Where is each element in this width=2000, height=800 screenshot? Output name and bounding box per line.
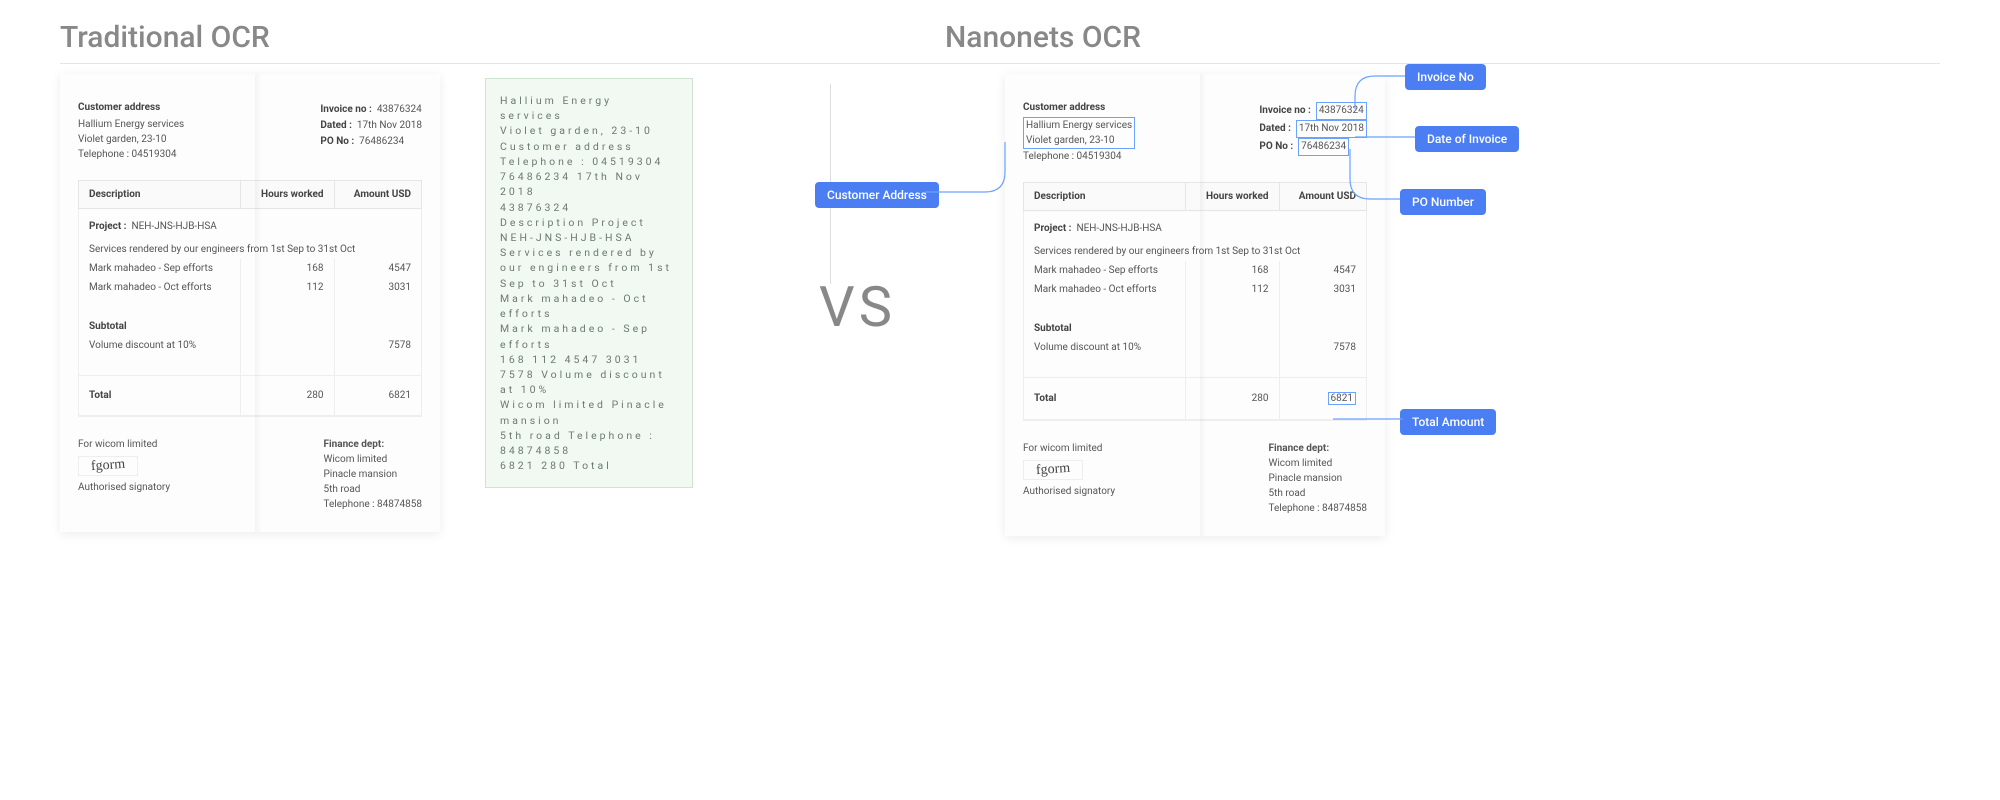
auth-signatory: Authorised signatory (1023, 484, 1115, 499)
finance-line: Wicom limited (323, 452, 422, 467)
highlight-total-amount: 6821 (1328, 392, 1356, 405)
total-label: Total (79, 375, 241, 415)
nanonets-column: Customer address Hallium Energy services… (945, 74, 1645, 536)
finance-title: Finance dept: (323, 439, 384, 450)
discount-value: 7578 (334, 336, 421, 355)
finance-title: Finance dept: (1268, 443, 1329, 454)
customer-address-title: Customer address (78, 102, 184, 113)
tag-total-amount: Total Amount (1400, 409, 1496, 435)
finance-line: Pinacle mansion (323, 467, 422, 482)
highlight-dated: 17th Nov 2018 (1296, 120, 1367, 138)
row-amount: 3031 (334, 278, 421, 297)
addr-line: Telephone : 04519304 (78, 147, 184, 162)
th-amount: Amount USD (1279, 183, 1366, 211)
finance-line: Wicom limited (1268, 456, 1367, 471)
total-label: Total (1024, 377, 1186, 419)
vs-label: VS (770, 274, 945, 340)
line-items-table: Description Hours worked Amount USD Proj… (1023, 182, 1367, 420)
finance-line: Telephone : 84874858 (1268, 501, 1367, 516)
tag-po-number: PO Number (1400, 189, 1486, 215)
paper-fold (1200, 74, 1206, 536)
po-no-label: PO No : (320, 136, 354, 147)
signature-box: fgorm (78, 456, 138, 476)
addr-line: Hallium Energy services (78, 117, 184, 132)
finance-line: Telephone : 84874858 (323, 497, 422, 512)
highlight-po-no: 76486234 (1298, 138, 1349, 156)
invoice-no-label: Invoice no : (320, 104, 371, 115)
project-value: NEH-JNS-HJB-HSA (131, 221, 216, 232)
dated-value: 17th Nov 2018 (357, 120, 422, 131)
th-description: Description (1024, 183, 1186, 211)
line-items-table: Description Hours worked Amount USD Proj… (78, 180, 422, 416)
row-desc: Mark mahadeo - Sep efforts (1024, 261, 1186, 280)
tag-customer-address: Customer Address (815, 182, 939, 208)
total-amount: 6821 (334, 375, 421, 415)
paper-fold (255, 74, 261, 532)
row-amount: 3031 (1279, 280, 1366, 299)
raw-ocr-output: Hallium Energy services Violet garden, 2… (485, 78, 693, 488)
discount-value: 7578 (1279, 338, 1366, 357)
tag-date: Date of Invoice (1415, 126, 1519, 152)
comparison-headings: Traditional OCR Nanonets OCR (60, 20, 1940, 64)
signature-box: fgorm (1023, 460, 1083, 480)
heading-nanonets: Nanonets OCR (945, 20, 1940, 55)
for-line: For wicom limited (1023, 441, 1115, 456)
tag-invoice-no: Invoice No (1405, 64, 1486, 90)
invoice-no-label: Invoice no : (1259, 105, 1310, 116)
row-desc: Mark mahadeo - Oct efforts (79, 278, 241, 297)
project-value: NEH-JNS-HJB-HSA (1076, 223, 1161, 234)
addr-line: Telephone : 04519304 (1023, 149, 1135, 164)
row-desc: Mark mahadeo - Oct efforts (1024, 280, 1186, 299)
signature-icon: fgorm (90, 456, 125, 474)
addr-line: Hallium Energy services (1026, 118, 1132, 133)
finance-line: 5th road (323, 482, 422, 497)
highlight-customer-address: Hallium Energy services Violet garden, 2… (1023, 117, 1135, 149)
finance-line: Pinacle mansion (1268, 471, 1367, 486)
project-label: Project : (89, 221, 127, 232)
project-label: Project : (1034, 223, 1072, 234)
dated-label: Dated : (1259, 123, 1291, 134)
po-no-label: PO No : (1259, 141, 1293, 152)
addr-line: Violet garden, 23-10 (78, 132, 184, 147)
project-desc: Services rendered by our engineers from … (79, 240, 422, 259)
th-description: Description (79, 181, 241, 209)
customer-address-title: Customer address (1023, 102, 1135, 113)
subtotal-label: Subtotal (1024, 319, 1186, 338)
auth-signatory: Authorised signatory (78, 480, 170, 495)
row-desc: Mark mahadeo - Sep efforts (79, 259, 241, 278)
connector-line (1340, 149, 1640, 299)
highlight-invoice-no: 43876324 (1316, 102, 1367, 120)
invoice-card-left: Customer address Hallium Energy services… (60, 74, 440, 532)
heading-traditional: Traditional OCR (60, 20, 945, 55)
addr-line: Violet garden, 23-10 (1026, 133, 1132, 148)
discount-label: Volume discount at 10% (1024, 338, 1186, 357)
row-amount: 4547 (334, 259, 421, 278)
po-no-value: 76486234 (359, 136, 404, 147)
th-amount: Amount USD (334, 181, 421, 209)
discount-label: Volume discount at 10% (79, 336, 241, 355)
signature-icon: fgorm (1035, 460, 1070, 478)
invoice-no-value: 43876324 (377, 104, 422, 115)
invoice-card-right: Customer address Hallium Energy services… (1005, 74, 1385, 536)
subtotal-label: Subtotal (79, 317, 241, 336)
dated-label: Dated : (320, 120, 352, 131)
project-desc: Services rendered by our engineers from … (1024, 242, 1367, 261)
for-line: For wicom limited (78, 437, 170, 452)
traditional-column: Customer address Hallium Energy services… (60, 74, 770, 532)
row-amount: 4547 (1279, 261, 1366, 280)
finance-line: 5th road (1268, 486, 1367, 501)
